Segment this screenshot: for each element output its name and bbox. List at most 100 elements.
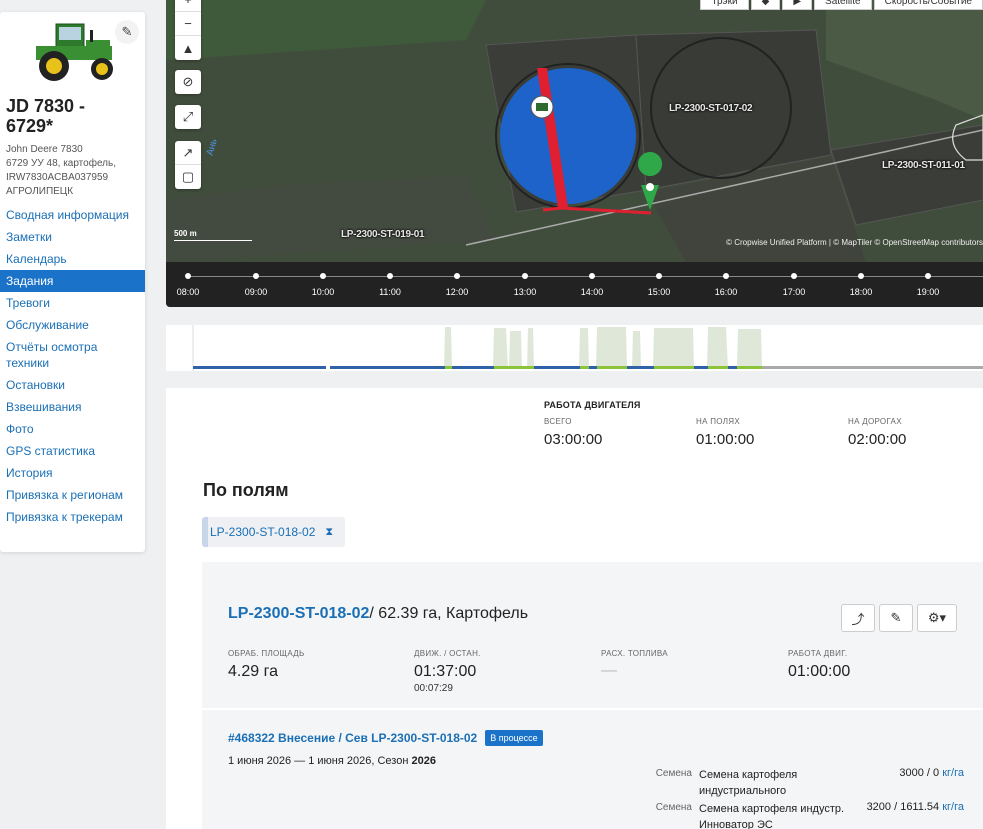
sidebar-item-regions[interactable]: Привязка к регионам <box>0 484 145 506</box>
zoom-in-icon[interactable]: + <box>175 0 201 12</box>
area-value: 4.29 га <box>228 663 278 680</box>
seed-type: Семена <box>655 768 692 779</box>
sidebar-nav: Сводная информация Заметки Календарь Зад… <box>0 204 145 528</box>
vehicle-model: John Deere 7830 <box>6 144 83 155</box>
tractor-image <box>36 23 113 81</box>
zoom-out-icon[interactable]: − <box>175 12 201 36</box>
map-field-label: LP-2300-ST-017-02 <box>669 103 753 114</box>
engine-heading: РАБОТА ДВИГАТЕЛЯ <box>544 400 641 410</box>
time-slider[interactable]: 08:00 09:00 10:00 11:00 12:00 13:00 14:0… <box>166 262 983 307</box>
sidebar-item-maintenance[interactable]: Обслуживание <box>0 314 145 336</box>
seed-type: Семена <box>655 802 692 813</box>
edit-icon[interactable]: ✎ <box>879 604 913 632</box>
timeline-tick <box>253 273 259 279</box>
field-heading: LP-2300-ST-018-02/ 62.39 га, Картофель <box>228 605 528 623</box>
seed-unit: кг/га <box>942 767 964 779</box>
field-chip[interactable]: LP-2300-ST-018-02 ⧗ <box>202 517 346 547</box>
map-view[interactable]: Трэки ◆ ▶ Satellite Скорость/Событие + −… <box>166 0 983 307</box>
task-header: #468322 Внесение / Сев LP-2300-ST-018-02… <box>228 730 543 746</box>
timeline-label: 17:00 <box>782 287 806 297</box>
engine-fields: НА ПОЛЯХ 01:00:00 <box>696 417 754 448</box>
engine-total: ВСЕГО 03:00:00 <box>544 417 602 448</box>
layers-button[interactable]: ◆ <box>750 0 781 10</box>
activity-strip[interactable] <box>166 325 983 371</box>
play-button[interactable]: ▶ <box>782 0 813 10</box>
sidebar-item-photo[interactable]: Фото <box>0 418 145 440</box>
sidebar-item-weighing[interactable]: Взвешивания <box>0 396 145 418</box>
timeline-tick <box>387 273 393 279</box>
seed-unit: кг/га <box>942 801 964 813</box>
seed-name: Семена картофеля индустр. Инноватор ЭС <box>699 803 845 829</box>
seed-amount: 3200 / 1611.54 кг/га <box>867 801 964 813</box>
map-field-label: LP-2300-ST-019-01 <box>341 229 425 240</box>
tracks-button[interactable]: Трэки <box>700 0 749 10</box>
hourglass-icon: ⧗ <box>325 525 334 538</box>
vehicle-company: АГРОЛИПЕЦК <box>6 186 74 197</box>
fullscreen-control: ⤢ <box>175 105 201 129</box>
divider <box>202 708 983 710</box>
vehicle-serial: IRW7830ACBA037959 <box>6 172 109 183</box>
sidebar-item-gps-stats[interactable]: GPS статистика <box>0 440 145 462</box>
sidebar-item-inspection-reports[interactable]: Отчёты осмотра техники <box>0 336 145 374</box>
task-date-range: 1 июня 2026 — 1 июня 2026, Сезон <box>228 755 412 767</box>
timeline-tick <box>454 273 460 279</box>
sidebar-item-trackers[interactable]: Привязка к трекерам <box>0 506 145 528</box>
sidebar-item-alarms[interactable]: Тревоги <box>0 292 145 314</box>
timeline-tick <box>522 273 528 279</box>
sidebar-item-tasks[interactable]: Задания <box>0 270 145 292</box>
timeline-tick <box>589 273 595 279</box>
timeline-label: 13:00 <box>513 287 537 297</box>
sidebar-item-notes[interactable]: Заметки <box>0 226 145 248</box>
timeline-label: 09:00 <box>244 287 268 297</box>
seed-amount-value: 3200 / 1611.54 <box>866 801 940 813</box>
compass-icon[interactable]: ▲ <box>175 36 201 60</box>
ruler-icon[interactable]: ↗ <box>175 141 201 165</box>
vehicle-plate: 6729 УУ 48, картофель, <box>6 158 116 169</box>
timeline-label: 10:00 <box>311 287 335 297</box>
vehicle-title: JD 7830 - 6729* <box>6 96 86 136</box>
fullscreen-icon[interactable]: ⤢ <box>175 105 201 129</box>
measure-controls: ↗ ▢ <box>175 141 201 189</box>
sidebar-item-calendar[interactable]: Календарь <box>0 248 145 270</box>
speed-event-button[interactable]: Скорость/Событие <box>873 0 983 10</box>
main-content: РАБОТА ДВИГАТЕЛЯ ВСЕГО 03:00:00 НА ПОЛЯХ… <box>166 388 983 829</box>
engine-roads-value: 02:00:00 <box>848 431 907 448</box>
eye-off-icon[interactable]: ⊘ <box>175 70 201 94</box>
timeline-label: 18:00 <box>849 287 873 297</box>
map-field-label: LP-2300-ST-011-01 <box>882 160 965 171</box>
timeline-label: 15:00 <box>647 287 671 297</box>
field-link[interactable]: LP-2300-ST-018-02 <box>228 605 369 622</box>
timeline-label: 12:00 <box>445 287 469 297</box>
seed-amount-value: 3000 / 0 <box>899 767 940 779</box>
speed-chart <box>192 325 983 371</box>
stop-value: 00:07:29 <box>414 683 453 694</box>
zoom-controls: + − ▲ <box>175 0 201 60</box>
move-label: ДВИЖ. / ОСТАН. <box>414 649 481 658</box>
vehicle-description: John Deere 7830 6729 УУ 48, картофель, I… <box>6 143 136 199</box>
engine-value: 01:00:00 <box>788 663 851 680</box>
fuel-stat: РАСХ. ТОПЛИВА — <box>601 649 668 680</box>
move-value: 01:37:00 <box>414 663 477 680</box>
area-icon[interactable]: ▢ <box>175 165 201 189</box>
pencil-icon[interactable]: ✎ <box>115 20 139 44</box>
engine-fields-value: 01:00:00 <box>696 431 755 448</box>
timeline-tick <box>320 273 326 279</box>
timeline-label: 19:00 <box>916 287 940 297</box>
sidebar-item-history[interactable]: История <box>0 462 145 484</box>
timeline-tick <box>723 273 729 279</box>
settings-dropdown-icon[interactable]: ⚙▾ <box>917 604 957 632</box>
satellite-button[interactable]: Satellite <box>814 0 872 10</box>
task-link[interactable]: #468322 Внесение / Сев LP-2300-ST-018-02 <box>228 731 477 745</box>
engine-roads: НА ДОРОГАХ 02:00:00 <box>848 417 906 448</box>
sidebar-item-summary[interactable]: Сводная информация <box>0 204 145 226</box>
engine-fields-label: НА ПОЛЯХ <box>696 417 740 426</box>
area-label: ОБРАБ. ПЛОЩАДЬ <box>228 649 305 658</box>
route-icon[interactable]: ⤴ <box>841 604 875 632</box>
timeline-label: 16:00 <box>714 287 738 297</box>
timeline-label: 08:00 <box>176 287 200 297</box>
by-fields-title: По полям <box>203 480 289 500</box>
sidebar-item-stops[interactable]: Остановки <box>0 374 145 396</box>
visibility-toggle: ⊘ <box>175 70 201 94</box>
fuel-label: РАСХ. ТОПЛИВА <box>601 649 668 658</box>
timeline-tick <box>656 273 662 279</box>
